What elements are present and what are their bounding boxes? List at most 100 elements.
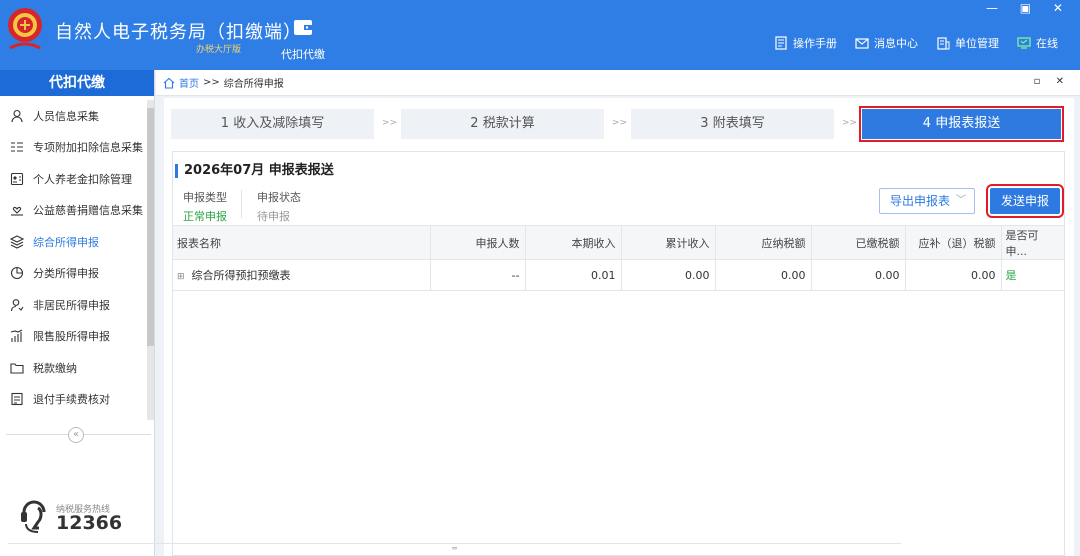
- step-attachment[interactable]: 3 附表填写: [631, 109, 834, 139]
- cell-cumulative-income: 0.00: [621, 259, 716, 291]
- sidebar-item-label: 非居民所得申报: [33, 298, 110, 312]
- sidebar-item-pension-deduction[interactable]: 个人养老金扣除管理: [0, 163, 145, 195]
- report-name-text: 综合所得预扣预缴表: [191, 269, 291, 282]
- step-arrow: >>: [612, 118, 628, 128]
- person-outline-icon: [10, 298, 24, 311]
- panel-title: 2026年07月 申报表报送: [175, 164, 334, 178]
- report-type-label: 申报类型: [183, 191, 227, 204]
- sidebar-item-label: 个人养老金扣除管理: [33, 172, 132, 186]
- step-arrow: >>: [842, 118, 858, 128]
- nav-daikou-button[interactable]: 代扣代缴: [280, 16, 326, 62]
- col-header-report-name[interactable]: 报表名称: [173, 225, 431, 260]
- breadcrumb-separator: >>: [203, 77, 220, 88]
- sidebar-item-nonresident-income[interactable]: 非居民所得申报: [0, 289, 145, 321]
- breadcrumb: 首页 >> 综合所得申报 ▫ ✕: [156, 70, 1080, 96]
- step-arrow: >>: [382, 118, 398, 128]
- bar-chart-icon: [10, 329, 23, 343]
- title-bar: 自然人电子税务局（扣缴端） 办税大厅版 代扣代缴 — ▣ ✕ 操作手册 消息中心…: [0, 0, 1080, 70]
- expand-icon[interactable]: ⊞: [177, 272, 185, 282]
- sidebar-item-restricted-stock[interactable]: 限售股所得申报: [0, 321, 145, 353]
- sidebar-item-personnel-info[interactable]: 人员信息采集: [0, 100, 145, 132]
- sidebar-item-tax-payment[interactable]: 税款缴纳: [0, 352, 145, 384]
- cell-declarant-count: --: [430, 259, 526, 291]
- sidebar-scrollbar[interactable]: [147, 100, 154, 420]
- sidebar-header: 代扣代缴: [0, 70, 154, 96]
- report-status-value: 待申报: [257, 210, 290, 223]
- resize-handle[interactable]: ═: [8, 543, 901, 555]
- table-header-row: 报表名称 申报人数 本期收入 累计收入 应纳税额 已缴税额 应补（退）税额 是否…: [173, 225, 1064, 260]
- col-header-can-declare[interactable]: 是否可申...: [1001, 225, 1064, 260]
- manual-icon: [775, 36, 787, 50]
- sidebar-item-label: 分类所得申报: [33, 267, 99, 281]
- manual-button[interactable]: 操作手册: [774, 35, 837, 51]
- sidebar: 代扣代缴 人员信息采集 专项附加扣除信息采集 个人养老金扣除管理 公益慈善捐赠信…: [0, 70, 155, 556]
- cell-tax-payable: 0.00: [715, 259, 812, 291]
- export-report-label: 导出申报表: [890, 194, 951, 208]
- kv-divider: [241, 190, 242, 218]
- person-icon: [11, 109, 23, 122]
- building-icon: [937, 37, 950, 50]
- document-icon: [11, 393, 23, 406]
- step-tax-calculation[interactable]: 2 税款计算: [401, 109, 604, 139]
- sidebar-item-classified-income[interactable]: 分类所得申报: [0, 258, 145, 290]
- monitor-icon: [1017, 37, 1031, 49]
- headset-icon: [21, 500, 46, 533]
- sidebar-item-donation-info[interactable]: 公益慈善捐赠信息采集: [0, 195, 145, 227]
- breadcrumb-current: 综合所得申报: [223, 79, 284, 90]
- window-controls[interactable]: — ▣ ✕: [986, 1, 1072, 15]
- report-status-label: 申报状态: [257, 191, 301, 204]
- message-center-button[interactable]: 消息中心: [855, 35, 918, 51]
- col-header-tax-paid[interactable]: 已缴税额: [811, 225, 906, 260]
- cell-tax-due-refund: 0.00: [905, 259, 1002, 291]
- sidebar-item-label: 税款缴纳: [33, 361, 77, 375]
- message-center-label: 消息中心: [874, 37, 918, 50]
- id-card-icon: [10, 172, 24, 185]
- send-report-button[interactable]: 发送申报: [986, 184, 1064, 218]
- step-submit-report[interactable]: 4 申报表报送: [859, 106, 1064, 142]
- mail-icon: [855, 38, 869, 49]
- breadcrumb-home-link[interactable]: 首页: [179, 75, 199, 90]
- sidebar-item-label: 专项附加扣除信息采集: [33, 141, 143, 155]
- sidebar-item-label: 人员信息采集: [33, 109, 99, 123]
- sidebar-item-comprehensive-income[interactable]: 综合所得申报: [0, 226, 145, 258]
- hotline-number: 12366: [56, 512, 123, 534]
- online-status[interactable]: 在线: [1017, 35, 1058, 51]
- cell-current-income: 0.01: [525, 259, 622, 291]
- cell-tax-paid: 0.00: [811, 259, 906, 291]
- sidebar-item-label: 退付手续费核对: [33, 393, 110, 407]
- col-header-tax-payable[interactable]: 应纳税额: [715, 225, 812, 260]
- sidebar-item-label: 限售股所得申报: [33, 330, 110, 344]
- report-table: 报表名称 申报人数 本期收入 累计收入 应纳税额 已缴税额 应补（退）税额 是否…: [173, 225, 1064, 291]
- sidebar-item-special-deduction[interactable]: 专项附加扣除信息采集: [0, 132, 145, 164]
- export-report-dropdown[interactable]: 导出申报表 ﹀: [879, 188, 975, 214]
- tab-window-controls[interactable]: ▫ ✕: [1034, 76, 1070, 87]
- col-header-current-income[interactable]: 本期收入: [525, 225, 622, 260]
- list-icon: [11, 142, 23, 152]
- sidebar-scrollbar-thumb[interactable]: [147, 108, 154, 346]
- app-subtitle: 办税大厅版: [196, 45, 242, 55]
- report-type-value: 正常申报: [183, 210, 227, 223]
- report-type: 申报类型 正常申报: [183, 189, 227, 224]
- layers-icon: [10, 235, 24, 249]
- col-header-declarant-count[interactable]: 申报人数: [430, 225, 526, 260]
- wallet-icon: [294, 20, 312, 35]
- col-header-cumulative-income[interactable]: 累计收入: [621, 225, 716, 260]
- main-content: 1 收入及减除填写 >> 2 税款计算 >> 3 附表填写 >> 4 申报表报送…: [164, 98, 1074, 556]
- sidebar-item-label: 综合所得申报: [33, 235, 99, 249]
- donation-icon: [11, 207, 23, 216]
- table-row[interactable]: ⊞ 综合所得预扣预缴表 -- 0.01 0.00 0.00 0.00 0.00 是: [173, 259, 1064, 291]
- hotline: 纳税服务热线 12366: [18, 498, 148, 538]
- unit-management-button[interactable]: 单位管理: [936, 35, 999, 51]
- report-panel: 2026年07月 申报表报送 申报类型 正常申报 申报状态 待申报 导出申报表 …: [172, 151, 1065, 556]
- tax-emblem-logo: [8, 8, 42, 50]
- sidebar-collapse-button[interactable]: «: [68, 427, 84, 443]
- pie-icon: [10, 267, 24, 280]
- cell-report-name: ⊞ 综合所得预扣预缴表: [173, 259, 431, 291]
- online-label: 在线: [1036, 37, 1058, 50]
- sidebar-item-label: 公益慈善捐赠信息采集: [33, 204, 143, 218]
- step-income-deduction[interactable]: 1 收入及减除填写: [171, 109, 374, 139]
- col-header-tax-due-refund[interactable]: 应补（退）税额: [905, 225, 1002, 260]
- manual-label: 操作手册: [793, 37, 837, 50]
- sidebar-item-refund-fee-check[interactable]: 退付手续费核对: [0, 384, 145, 416]
- nav-daikou-label: 代扣代缴: [281, 48, 325, 61]
